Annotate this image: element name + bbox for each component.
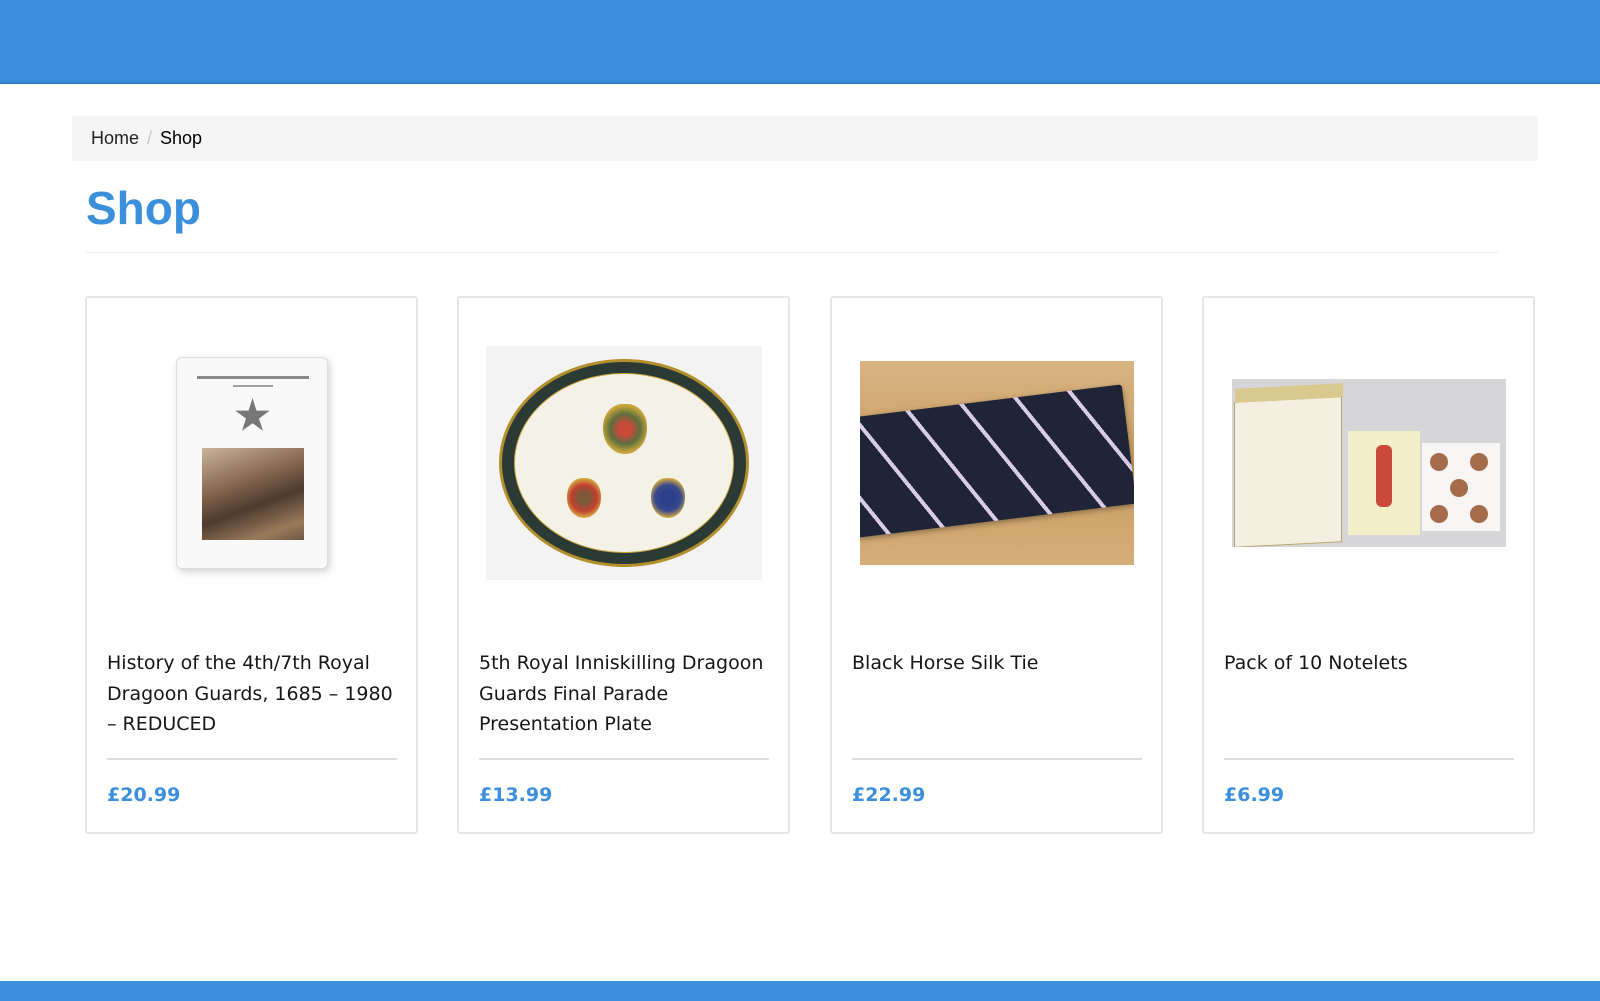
breadcrumb-separator: /: [147, 128, 153, 148]
product-price: £13.99: [479, 784, 553, 806]
product-image-link[interactable]: [87, 298, 416, 628]
product-price: £22.99: [852, 784, 926, 806]
product-price: £6.99: [1224, 784, 1285, 806]
page-title: Shop: [86, 182, 201, 234]
book-image: [175, 357, 328, 569]
breadcrumb: Home / Shop: [72, 116, 1538, 161]
card-divider: [479, 758, 769, 760]
site-footer-bar: [0, 981, 1600, 1001]
product-image-link[interactable]: [832, 298, 1161, 628]
breadcrumb-home-link[interactable]: Home: [91, 128, 139, 149]
product-name-link[interactable]: Pack of 10 Notelets: [1224, 648, 1519, 679]
breadcrumb-current: Shop: [160, 128, 203, 148]
title-divider: [86, 252, 1498, 253]
product-name-link[interactable]: History of the 4th/7th Royal Dragoon Gua…: [107, 648, 402, 740]
notelets-image: [1231, 379, 1506, 547]
tie-image: [859, 361, 1134, 565]
product-card[interactable]: 5th Royal Inniskilling Dragoon Guards Fi…: [457, 296, 790, 834]
card-divider: [107, 758, 397, 760]
site-header-bar: [0, 0, 1600, 84]
product-image-link[interactable]: [1204, 298, 1533, 628]
card-divider: [1224, 758, 1514, 760]
product-card[interactable]: Black Horse Silk Tie £22.99: [830, 296, 1163, 834]
product-card[interactable]: Pack of 10 Notelets £6.99: [1202, 296, 1535, 834]
product-name-link[interactable]: Black Horse Silk Tie: [852, 648, 1147, 679]
product-card[interactable]: History of the 4th/7th Royal Dragoon Gua…: [85, 296, 418, 834]
card-divider: [852, 758, 1142, 760]
product-price: £20.99: [107, 784, 181, 806]
plate-image: [485, 346, 762, 580]
product-name-link[interactable]: 5th Royal Inniskilling Dragoon Guards Fi…: [479, 648, 774, 740]
product-image-link[interactable]: [459, 298, 788, 628]
